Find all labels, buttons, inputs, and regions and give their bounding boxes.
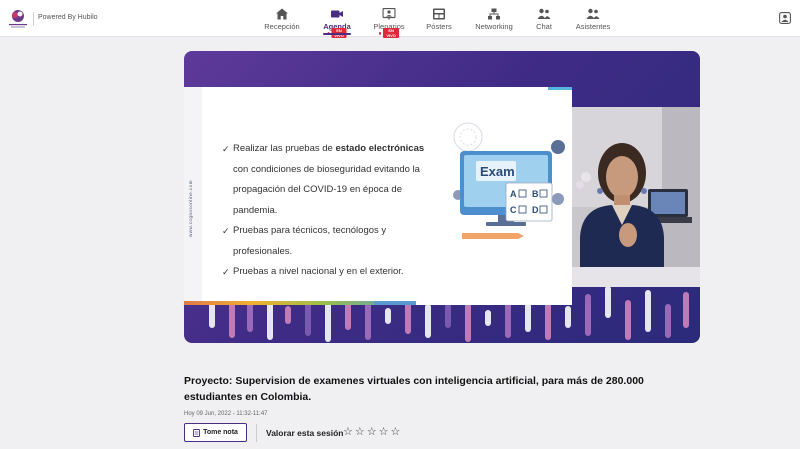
nav-agenda[interactable]: Agenda EN VIVO: [318, 0, 356, 38]
slide-accent-line: [548, 87, 572, 90]
logo-divider: [33, 12, 34, 26]
exam-option-d: D: [532, 205, 539, 215]
rating-star-icon[interactable]: ☆: [343, 425, 353, 439]
exam-option-b: B: [532, 189, 539, 199]
take-note-label: Tome nota: [203, 429, 238, 436]
rating-star-icon[interactable]: ☆: [379, 425, 389, 439]
nav-label: Chat: [536, 22, 552, 31]
nav-plenarios[interactable]: Plenarios EN VIVO: [369, 0, 409, 38]
slide-bullet-list: Realizar las pruebas de estado electróni…: [222, 139, 427, 283]
nav-label: Recepción: [264, 22, 300, 31]
powered-by-text: Powered By Hubilo: [38, 14, 98, 21]
live-badge: EN VIVO: [383, 28, 399, 38]
presentation-slide: www.cognosonline.com Realizar las prueba…: [184, 87, 572, 305]
slide-color-bar: [374, 301, 416, 305]
nav-posters[interactable]: Pósters: [422, 0, 456, 37]
note-icon: [193, 428, 201, 437]
rating-divider: [256, 424, 257, 442]
nav-networking[interactable]: Networking: [472, 0, 516, 37]
speaker-webcam-feed: [572, 107, 700, 287]
rate-session-label: Valorar esta sesión: [266, 428, 344, 438]
nav-label: Pósters: [426, 22, 452, 31]
top-navigation-bar: Powered By Hubilo Recepción Agenda EN VI…: [0, 0, 800, 38]
exam-option-a: A: [510, 189, 517, 199]
take-note-button[interactable]: Tome nota: [184, 423, 247, 442]
session-datetime: Hoy 09 Jun, 2022 - 11:32-11:47: [184, 411, 268, 417]
slide-side-bar: [184, 87, 202, 305]
exam-title-text: Exam: [480, 164, 515, 179]
home-icon: [276, 8, 288, 20]
rating-star-icon[interactable]: ☆: [367, 425, 377, 439]
presentation-icon: [382, 8, 396, 20]
slide-bullet: Pruebas a nivel nacional y en el exterio…: [222, 262, 427, 283]
bullet-bold-text: estado electrónicas: [335, 143, 425, 154]
bullet-text: Realizar las pruebas de: [233, 143, 336, 154]
poster-icon: [433, 8, 445, 20]
nav-recepcion[interactable]: Recepción: [262, 0, 302, 37]
exam-option-c: C: [510, 205, 517, 215]
nav-asistentes[interactable]: Asistentes: [573, 0, 613, 37]
active-tab-underline: [323, 33, 351, 35]
attendees-icon: [586, 8, 600, 19]
session-title: Proyecto: Supervision de examenes virtua…: [184, 375, 644, 403]
nav-chat[interactable]: Chat: [531, 0, 557, 37]
session-video-player[interactable]: www.cognosonline.com Realizar las prueba…: [184, 51, 700, 343]
bullet-text: Pruebas a nivel nacional y en el exterio…: [233, 266, 404, 277]
rating-star-icon[interactable]: ☆: [391, 425, 401, 439]
event-logo[interactable]: [6, 7, 30, 31]
bullet-text: Pruebas para técnicos, tecnólogos y prof…: [233, 225, 387, 257]
slide-bullet: Pruebas para técnicos, tecnólogos y prof…: [222, 221, 427, 262]
network-icon: [488, 8, 500, 20]
star-rating[interactable]: ☆ ☆ ☆ ☆ ☆: [343, 425, 400, 439]
live-dot: [379, 31, 382, 35]
rating-star-icon[interactable]: ☆: [355, 425, 365, 439]
slide-bullet: Realizar las pruebas de estado electróni…: [222, 139, 427, 221]
exam-illustration: Exam A B C D: [453, 122, 565, 239]
live-indicator: EN VIVO: [379, 28, 399, 38]
slide-side-url: www.cognosonline.com: [188, 179, 193, 237]
nav-label: Asistentes: [575, 22, 611, 31]
video-camera-icon: [331, 10, 343, 18]
nav-label: Networking: [475, 22, 513, 31]
bullet-text: con condiciones de bioseguridad evitando…: [233, 163, 420, 216]
chat-people-icon: [537, 8, 551, 19]
profile-icon[interactable]: [779, 12, 791, 24]
